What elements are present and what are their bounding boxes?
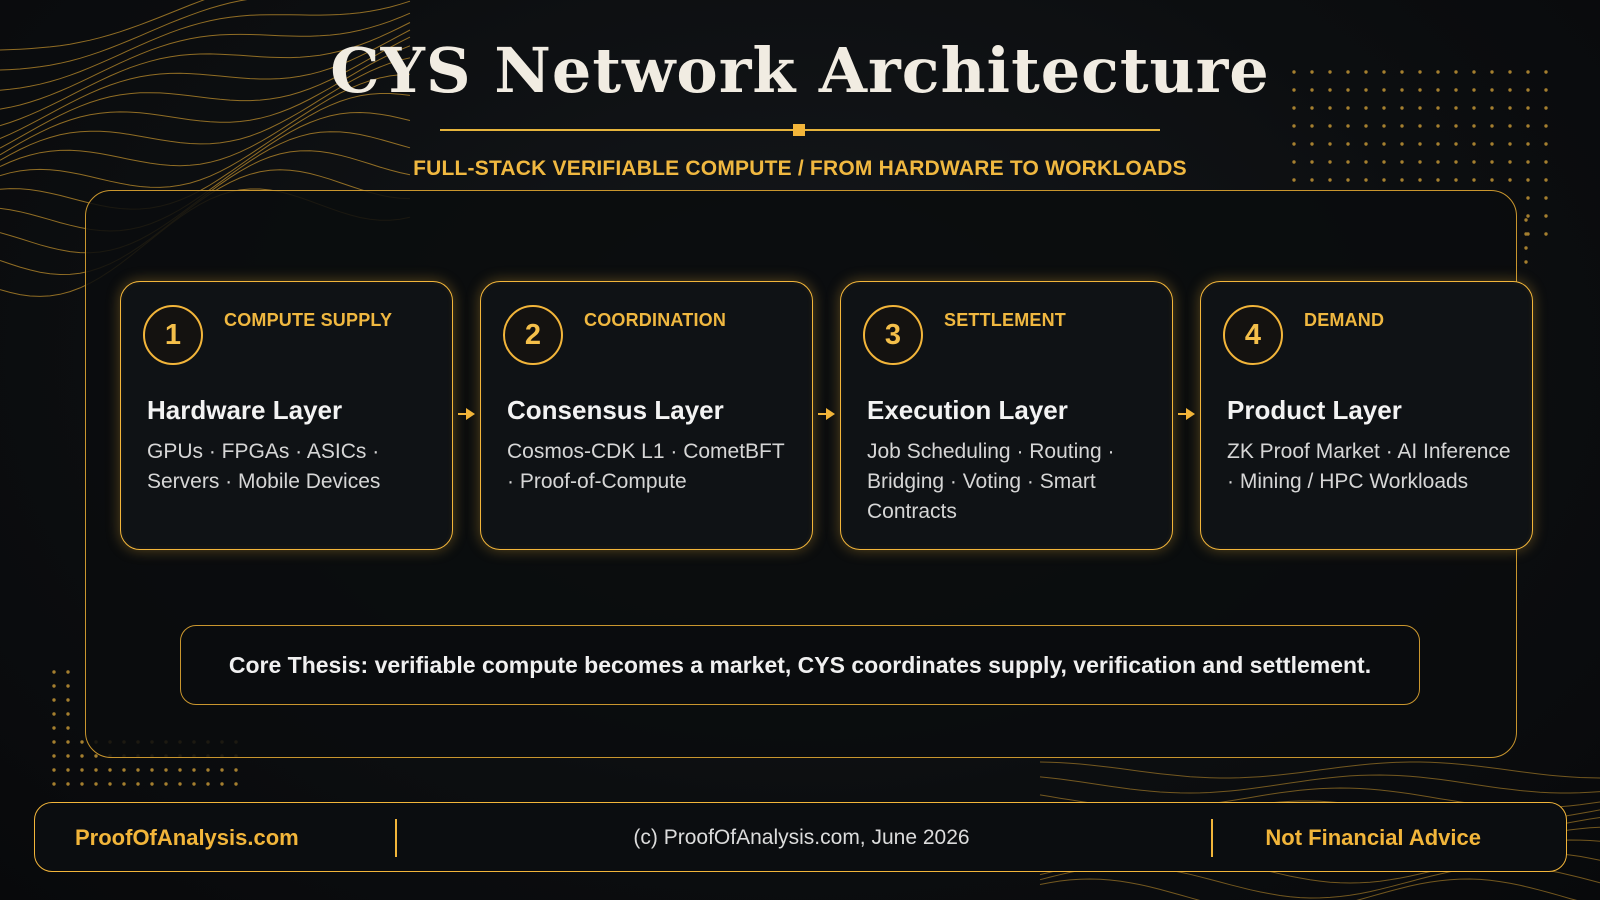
layer-kicker: DEMAND (1304, 310, 1385, 330)
layer-title: Hardware Layer (147, 395, 343, 425)
footer-divider (1211, 819, 1213, 857)
layer-card-hardware: 1 COMPUTE SUPPLY Hardware Layer GPUs · F… (120, 281, 453, 550)
layer-number-badge: 2 (503, 305, 563, 365)
layer-kicker: SETTLEMENT (944, 310, 1066, 330)
footer-disclaimer: Not Financial Advice (1265, 825, 1481, 850)
layer-description: ZK Proof Market · AI Inference · Mining … (1227, 440, 1511, 493)
page-title: CYS Network Architecture (330, 34, 1270, 107)
layer-description: Job Scheduling · Routing · Bridging · Vo… (867, 440, 1115, 523)
layer-card-product: 4 DEMAND Product Layer ZK Proof Market ·… (1200, 281, 1533, 550)
layer-title: Consensus Layer (507, 395, 724, 425)
layer-title: Execution Layer (867, 395, 1068, 425)
layer-title: Product Layer (1227, 395, 1402, 425)
layer-number-badge: 4 (1223, 305, 1283, 365)
layer-kicker: COORDINATION (584, 310, 727, 330)
layer-number-badge: 1 (143, 305, 203, 365)
layer-kicker: COMPUTE SUPPLY (224, 310, 393, 330)
arrow-right-icon (458, 408, 475, 420)
arrow-right-icon (1178, 408, 1195, 420)
layer-description: GPUs · FPGAs · ASICs · Servers · Mobile … (147, 440, 381, 493)
footer-bar: ProofOfAnalysis.com (c) ProofOfAnalysis.… (34, 802, 1567, 872)
layer-card-execution: 3 SETTLEMENT Execution Layer Job Schedul… (840, 281, 1173, 550)
core-thesis-callout: Core Thesis: verifiable compute becomes … (180, 625, 1420, 705)
layer-number-badge: 3 (863, 305, 923, 365)
title-divider-marker (793, 124, 805, 136)
layer-card-consensus: 2 COORDINATION Consensus Layer Cosmos-CD… (480, 281, 813, 550)
layer-description: Cosmos-CDK L1 · CometBFT · Proof-of-Comp… (507, 440, 785, 493)
page-subtitle: FULL-STACK VERIFIABLE COMPUTE / FROM HAR… (413, 157, 1187, 180)
arrow-right-icon (818, 408, 835, 420)
